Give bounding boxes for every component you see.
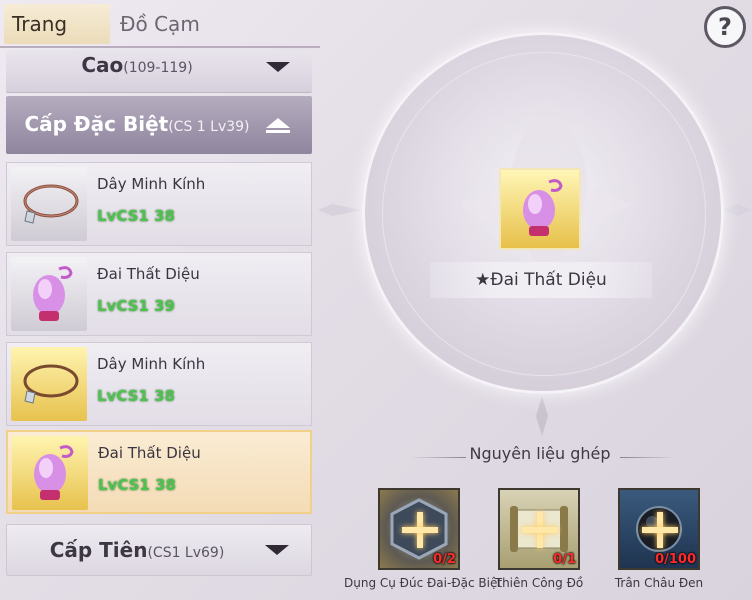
tab-bar: Trang Sức Đồ Cạm — [0, 0, 320, 76]
divider — [620, 457, 676, 458]
chevron-down-icon — [266, 62, 290, 72]
item-thumbnail — [12, 436, 88, 510]
item-name: Đai Thất Diệu — [97, 265, 200, 283]
material-label: Dụng Cụ Đúc Đai-Đặc Biệt — [344, 576, 503, 590]
category-label: Cấp Tiên — [49, 538, 148, 562]
chevron-down-icon — [265, 545, 289, 555]
down-ornament-icon — [536, 396, 548, 436]
necklace-icon — [23, 364, 79, 404]
pouch-icon — [33, 266, 73, 321]
category-sub: (109-119) — [123, 60, 193, 76]
tab-other[interactable]: Đồ Cạm — [112, 4, 214, 44]
collapse-bar — [266, 130, 290, 133]
category-high[interactable]: Cao(109-119) — [6, 50, 312, 93]
category-label: Cấp Đặc Biệt — [24, 112, 169, 136]
category-sub: (CS1 Lv69) — [147, 545, 225, 561]
tab-divider — [0, 46, 320, 48]
material-slot[interactable]: 0/100 — [618, 488, 700, 570]
preview-item-name: ★Đai Thất Diệu — [430, 262, 652, 298]
category-celestial[interactable]: Cấp Tiên(CS1 Lv69) — [6, 524, 312, 576]
plus-icon — [520, 510, 560, 550]
material-count: 0/1 — [553, 552, 576, 567]
material-count: 0/2 — [433, 552, 456, 567]
item-name: Dây Minh Kính — [97, 175, 206, 193]
list-item[interactable]: Dây Minh Kính LvCS1 38 — [6, 342, 312, 426]
list-item-selected[interactable]: Đai Thất Diệu LvCS1 38 — [6, 430, 312, 514]
left-ornament-icon — [318, 204, 362, 216]
category-label: Cao — [81, 53, 124, 77]
material-count: 0/100 — [655, 552, 696, 567]
item-level: LvCS1 38 — [97, 207, 175, 225]
category-special[interactable]: Cấp Đặc Biệt(CS 1 Lv39) — [6, 96, 312, 154]
item-level: LvCS1 39 — [97, 297, 175, 315]
plus-icon — [400, 510, 440, 550]
material-label: Thiên Công Đồ — [494, 576, 584, 590]
recipe-list[interactable]: Cao(109-119) Cấp Đặc Biệt(CS 1 Lv39) Dây… — [6, 50, 314, 600]
item-level: LvCS1 38 — [97, 387, 175, 405]
list-item[interactable]: Đai Thất Diệu LvCS1 39 — [6, 252, 312, 336]
item-name: Đai Thất Diệu — [98, 444, 201, 462]
material-slot[interactable]: 0/1 — [498, 488, 580, 570]
preview-item-slot[interactable] — [499, 168, 581, 250]
right-ornament-icon — [724, 204, 752, 216]
help-button[interactable]: ? — [704, 6, 746, 48]
necklace-icon — [23, 184, 79, 224]
tab-jewelry[interactable]: Trang Sức — [4, 4, 110, 76]
item-thumbnail — [11, 257, 87, 331]
item-level: LvCS1 38 — [98, 476, 176, 494]
materials-title: Nguyên liệu ghép — [469, 444, 611, 463]
material-label: Trân Châu Đen — [614, 576, 704, 590]
pouch-icon — [523, 179, 563, 236]
item-thumbnail — [11, 167, 87, 241]
category-sub: (CS 1 Lv39) — [168, 119, 250, 135]
item-name: Dây Minh Kính — [97, 355, 206, 373]
chevron-up-icon — [266, 118, 290, 128]
material-slot[interactable]: 0/2 — [378, 488, 460, 570]
list-item[interactable]: Dây Minh Kính LvCS1 38 — [6, 162, 312, 246]
pouch-icon — [34, 445, 74, 500]
plus-icon — [640, 510, 680, 550]
item-thumbnail — [11, 347, 87, 421]
